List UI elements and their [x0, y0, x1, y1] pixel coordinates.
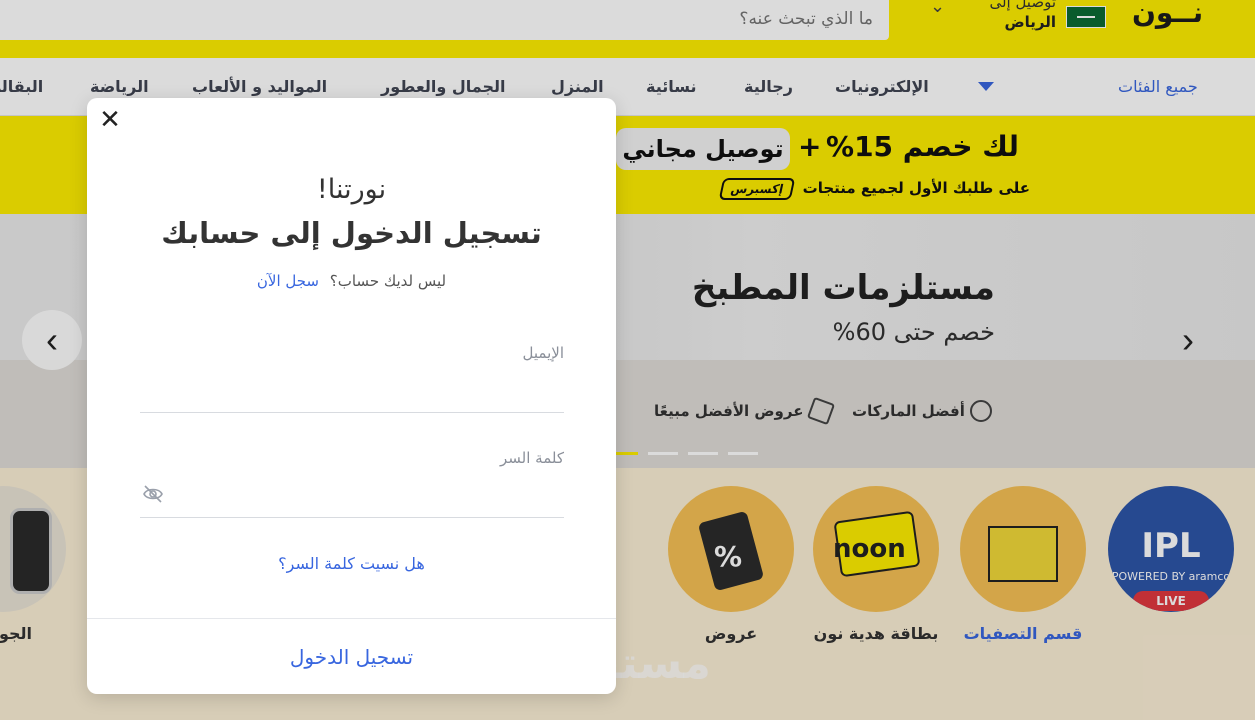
- modal-title: تسجيل الدخول إلى حسابك: [161, 216, 542, 250]
- no-account-text: ليس لديك حساب؟: [329, 272, 447, 290]
- close-icon[interactable]: ✕: [97, 106, 123, 132]
- signup-link[interactable]: سجل الآن: [257, 272, 319, 290]
- email-field[interactable]: [140, 373, 564, 413]
- password-label: كلمة السر: [500, 449, 564, 467]
- eye-off-icon[interactable]: [142, 484, 164, 504]
- forgot-password-link[interactable]: هل نسيت كلمة السر؟: [87, 554, 616, 573]
- modal-greeting: نورتنا!: [316, 174, 387, 205]
- email-label: الإيميل: [522, 344, 564, 362]
- login-button[interactable]: تسجيل الدخول: [87, 619, 616, 694]
- login-modal: ✕ نورتنا! تسجيل الدخول إلى حسابك ليس لدي…: [87, 98, 616, 694]
- password-field[interactable]: [140, 478, 564, 518]
- signup-row: ليس لديك حساب؟ سجل الآن: [87, 272, 616, 290]
